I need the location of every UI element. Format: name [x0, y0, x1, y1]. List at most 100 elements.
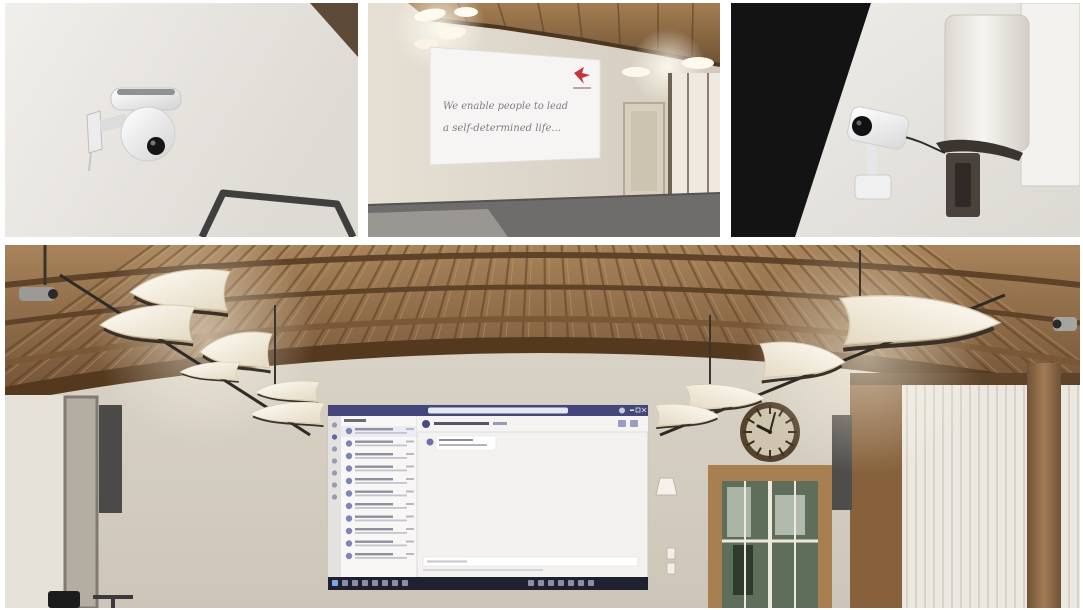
chat-item-preview: [355, 469, 407, 472]
video-call-icon: [618, 420, 626, 427]
chat-item-avatar: [345, 490, 353, 497]
chair-back: [48, 591, 80, 608]
chat-item-time: [406, 490, 414, 493]
taskbar-icon: [332, 580, 338, 586]
rail-app-icon: [331, 422, 338, 428]
taskbar-icon: [352, 580, 358, 586]
meeting-room-photo: [5, 245, 1080, 608]
chat-item-time: [406, 503, 414, 505]
camera-dome: [120, 106, 176, 162]
left-speaker: [99, 405, 122, 513]
compose-toolbar: [423, 569, 543, 571]
taskbar-icon: [342, 580, 348, 586]
chat-item-name: [355, 428, 393, 431]
message-avatar: [426, 438, 434, 446]
chat-list-heading: [344, 419, 366, 422]
chat-item-name: [355, 453, 393, 456]
wood-pillar: [1027, 363, 1061, 608]
chat-item-name: [355, 440, 393, 443]
camera-lens-glint: [856, 120, 862, 126]
chat-header-tab: [493, 422, 507, 425]
chat-item-preview: [355, 457, 407, 459]
sconce-plate-inset: [955, 163, 971, 207]
chat-item-avatar: [345, 540, 353, 547]
door-panel: [631, 111, 657, 191]
taskbar-icon: [588, 580, 594, 586]
chat-item-name: [355, 515, 393, 518]
glass-door: [708, 465, 832, 608]
chat-item-selected: [341, 426, 417, 437]
camera-lens: [147, 137, 165, 155]
taskbar-icon: [578, 580, 584, 586]
floor-light-area: [368, 209, 508, 237]
camera-lens-glint: [150, 140, 156, 146]
left-door-frame: [63, 395, 99, 608]
chat-item-time: [406, 553, 414, 555]
chat-item-preview: [355, 444, 407, 447]
chat-item-avatar: [345, 452, 353, 460]
sconce-glass: [944, 14, 1030, 152]
taskbar-icon: [568, 580, 574, 586]
chat-item-avatar: [345, 502, 353, 510]
projector-room-scene: We enable people to lead a self-determin…: [368, 3, 720, 237]
chat-item-preview: [355, 482, 407, 484]
chat-item-name: [355, 553, 393, 556]
taskbar-icon: [372, 580, 378, 586]
light-switch: [666, 562, 676, 575]
wall-sconce: [655, 477, 678, 496]
left-column: [5, 395, 65, 608]
compose-placeholder: [427, 560, 467, 563]
pendant-lamp: [454, 7, 478, 17]
camera-base: [854, 174, 892, 200]
minimize-icon: [630, 409, 634, 411]
light-switch: [666, 547, 676, 560]
photo-collage: We enable people to lead a self-determin…: [0, 0, 1083, 610]
projector-room-photo: We enable people to lead a self-determin…: [368, 3, 720, 237]
wall-board: [1020, 3, 1080, 187]
outside-foliage: [733, 545, 753, 595]
chat-item-time: [406, 540, 414, 543]
camera-lens: [1052, 319, 1062, 329]
chat-item-time: [406, 453, 414, 455]
chat-item-avatar: [345, 477, 353, 485]
chat-item-avatar: [345, 440, 353, 447]
pendant-lamp: [622, 67, 650, 77]
chat-item-preview: [355, 519, 407, 522]
taskbar-icon: [538, 580, 544, 586]
projected-teams-window: [327, 404, 649, 591]
taskbar-icon: [392, 580, 398, 586]
user-avatar: [619, 407, 625, 414]
message-bubble: [435, 435, 497, 451]
chat-item-avatar: [345, 427, 353, 435]
camera-top-band: [117, 89, 175, 95]
chat-item-name: [355, 540, 393, 543]
chat-item-avatar: [345, 465, 353, 472]
chat-item-preview: [355, 532, 407, 534]
chat-item-preview: [355, 432, 407, 434]
chat-item-avatar: [345, 515, 353, 522]
chat-item-preview: [355, 494, 407, 497]
logo-wordmark: [573, 87, 591, 89]
chat-item-preview: [355, 507, 407, 509]
chat-item-name: [355, 528, 393, 531]
chat-item-name: [355, 465, 393, 468]
taskbar-icon: [558, 580, 564, 586]
chat-header-avatar: [422, 420, 430, 428]
ceiling-camera-left: [19, 287, 58, 301]
camera-lens: [48, 289, 58, 299]
projection-screen: We enable people to lead a self-determin…: [429, 46, 601, 166]
rail-app-icon: [331, 434, 338, 440]
pendant-lamp: [682, 57, 714, 69]
slide-text-line-2: a self-determined life...: [443, 122, 561, 134]
taskbar-icon: [382, 580, 388, 586]
window-light: [668, 73, 720, 203]
taskbar-icon: [402, 580, 408, 586]
message-line: [439, 444, 487, 446]
rail-app-icon: [331, 470, 338, 476]
glass-reflection: [775, 495, 805, 535]
chat-list-item: [341, 426, 417, 437]
chat-item-time: [406, 515, 414, 518]
rail-app-icon: [331, 482, 338, 488]
chat-item-avatar: [345, 552, 353, 560]
rail-app-icon: [331, 458, 338, 464]
